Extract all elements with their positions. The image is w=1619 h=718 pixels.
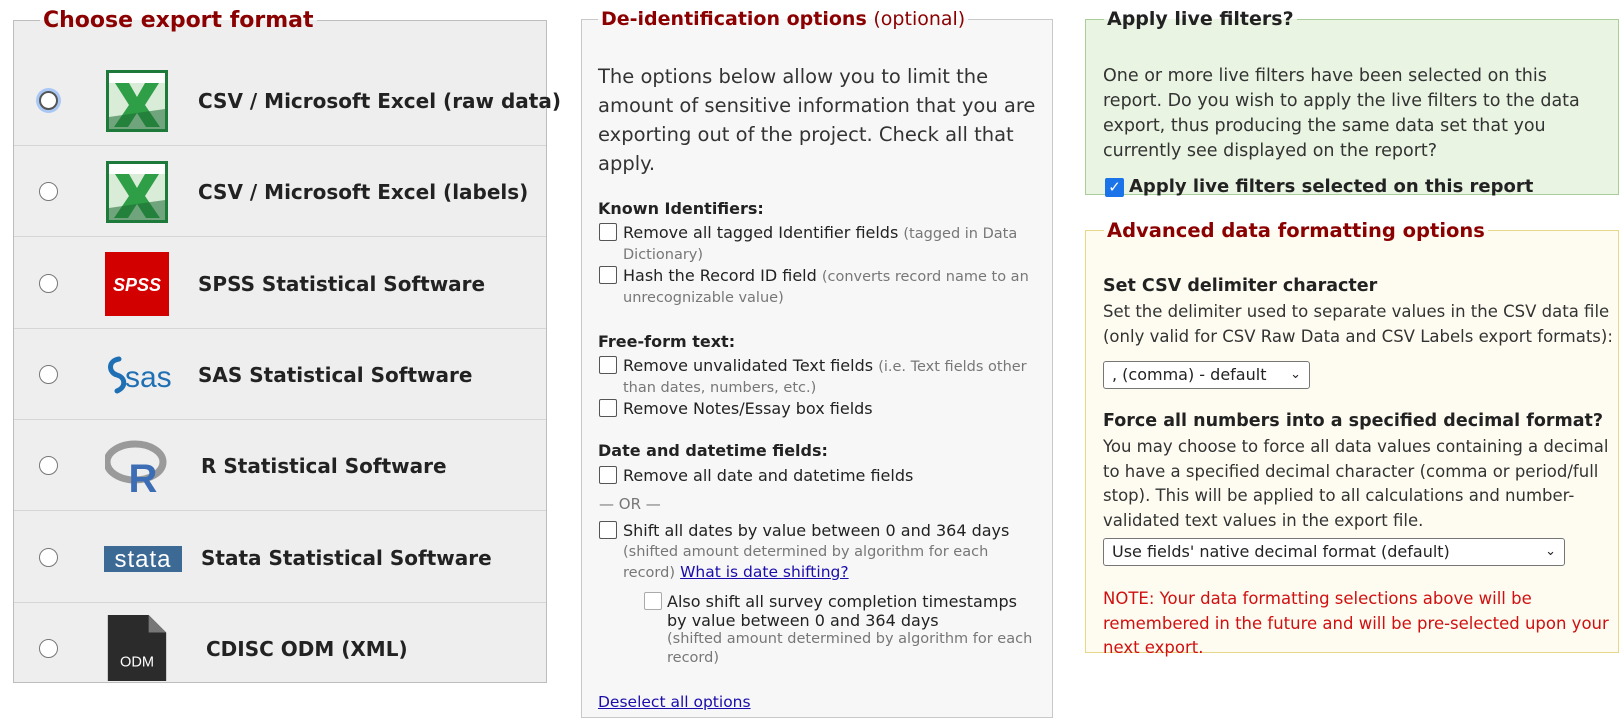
apply-live-filters-label[interactable]: Apply live filters selected on this repo… [1129,176,1533,197]
format-option-sas[interactable]: sas SAS Statistical Software [14,330,546,420]
remove-text-fields-text: Remove unvalidated Text fields [623,356,874,375]
export-format-fieldset: Choose export format CSV / Microsoft Exc… [13,8,561,683]
shift-survey-note: (shifted amount determined by algorithm … [667,631,1033,666]
hash-record-id-text: Hash the Record ID field [623,266,817,285]
deidentification-intro: The options below allow you to limit the… [598,65,1036,175]
shift-survey-text-line1: Also shift all survey completion timesta… [667,592,1017,611]
remove-identifiers-label[interactable]: Remove all tagged Identifier fields (tag… [623,223,1038,265]
excel-icon [106,161,168,223]
format-radio-csv-labels[interactable] [39,182,58,201]
remove-dates-checkbox[interactable] [599,466,617,484]
format-label-spss: SPSS Statistical Software [198,272,486,296]
advanced-formatting-fieldset: Advanced data formatting options Set CSV… [1085,219,1619,657]
known-identifiers-heading: Known Identifiers: [598,199,764,218]
or-separator: — OR — [599,495,661,513]
decimal-format-text: You may choose to force all data values … [1103,437,1609,530]
deidentification-legend-optional: (optional) [873,8,966,30]
chevron-down-icon: ⌄ [1290,367,1301,382]
free-form-heading: Free-form text: [598,332,736,351]
format-option-csv-raw[interactable]: CSV / Microsoft Excel (raw data) [14,56,561,146]
format-label-csv-labels: CSV / Microsoft Excel (labels) [198,180,529,204]
format-label-cdisc-odm: CDISC ODM (XML) [206,637,408,661]
format-radio-sas[interactable] [39,365,58,384]
shift-dates-label[interactable]: Shift all dates by value between 0 and 3… [623,521,1033,583]
format-radio-stata[interactable] [39,548,58,567]
remove-notes-checkbox[interactable] [599,399,617,417]
shift-survey-text-line2: by value between 0 and 364 days [667,611,939,630]
decimal-format-heading: Force all numbers into a specified decim… [1103,411,1604,431]
live-filters-legend: Apply live filters? [1107,8,1294,30]
live-filters-fieldset: Apply live filters? One or more live fil… [1085,8,1619,197]
csv-delimiter-heading: Set CSV delimiter character [1103,276,1378,296]
format-option-stata[interactable]: stata Stata Statistical Software [14,513,546,603]
date-fields-heading: Date and datetime fields: [598,441,828,460]
r-icon-text: R [129,457,158,498]
remove-notes-label[interactable]: Remove Notes/Essay box fields [623,399,873,419]
sas-icon: sas [108,356,172,394]
apply-live-filters-checkbox[interactable]: ✓ [1105,178,1124,197]
format-radio-r[interactable] [39,456,58,475]
csv-delimiter-selected: , (comma) - default [1112,365,1267,384]
deselect-all-options-link[interactable]: Deselect all options [598,693,751,711]
format-label-r: R Statistical Software [201,454,447,478]
export-format-legend: Choose export format [43,8,314,33]
spss-icon-text: SPSS [113,275,161,295]
deidentification-legend-title: De-identification options [601,8,867,30]
remove-text-fields-label[interactable]: Remove unvalidated Text fields (i.e. Tex… [623,356,1038,398]
deidentification-fieldset: De-identification options (optional) The… [581,8,1053,718]
csv-delimiter-text: Set the delimiter used to separate value… [1103,302,1613,346]
r-icon: R [105,440,167,498]
decimal-format-select[interactable]: Use fields' native decimal format (defau… [1103,538,1565,566]
shift-survey-timestamps-label[interactable]: Also shift all survey completion timesta… [667,592,1042,668]
format-option-spss[interactable]: SPSS SPSS Statistical Software [14,239,546,329]
format-radio-spss[interactable] [39,274,58,293]
sas-icon-text: sas [125,361,172,394]
csv-delimiter-select[interactable]: , (comma) - default ⌄ [1103,361,1310,389]
shift-survey-timestamps-checkbox[interactable] [644,592,662,610]
format-radio-cdisc-odm[interactable] [39,639,58,658]
chevron-down-icon: ⌄ [1545,544,1556,559]
hash-record-id-label[interactable]: Hash the Record ID field (converts recor… [623,266,1043,308]
live-filters-text: One or more live filters have been selec… [1103,66,1580,161]
shift-dates-checkbox[interactable] [599,521,617,539]
format-option-r[interactable]: R R Statistical Software [14,421,546,511]
format-label-stata: Stata Statistical Software [201,546,492,570]
advanced-formatting-legend: Advanced data formatting options [1107,219,1485,242]
stata-icon: stata [104,546,182,573]
format-option-csv-labels[interactable]: CSV / Microsoft Excel (labels) [14,147,546,237]
remove-dates-label[interactable]: Remove all date and datetime fields [623,466,913,486]
odm-file-icon: ODM [107,614,167,682]
format-label-sas: SAS Statistical Software [198,363,473,387]
deidentification-legend: De-identification options (optional) [598,8,968,30]
remove-identifiers-text: Remove all tagged Identifier fields [623,223,899,242]
decimal-format-selected: Use fields' native decimal format (defau… [1112,542,1450,561]
format-radio-csv-raw[interactable] [39,91,58,110]
stata-icon-text: stata [114,546,171,573]
format-label-csv-raw: CSV / Microsoft Excel (raw data) [198,89,561,113]
excel-icon [106,70,168,132]
hash-record-id-checkbox[interactable] [599,266,617,284]
shift-dates-text: Shift all dates by value between 0 and 3… [623,521,1010,540]
remove-text-fields-checkbox[interactable] [599,356,617,374]
format-option-cdisc-odm[interactable]: ODM CDISC ODM (XML) [14,604,546,694]
odm-icon-text: ODM [120,654,154,670]
date-shifting-help-link[interactable]: What is date shifting? [680,563,849,581]
formatting-note: NOTE: Your data formatting selections ab… [1103,589,1609,657]
remove-identifiers-checkbox[interactable] [599,223,617,241]
spss-icon: SPSS [105,252,169,316]
